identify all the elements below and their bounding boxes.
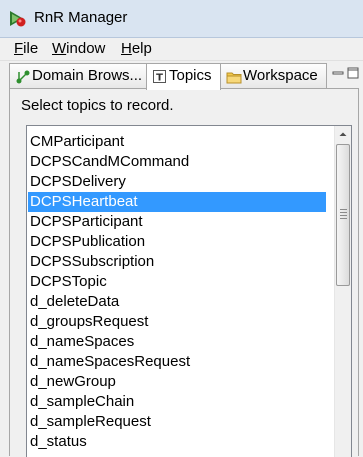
title-bar: RnR Manager [0,0,363,38]
topics-icon: T [153,70,166,84]
topic-list-item[interactable]: CMParticipant [28,132,326,152]
menu-help-mnemonic: H [121,40,132,57]
menu-file-label: ile [23,40,39,57]
thumb-grip-line [340,218,347,219]
topic-list-item[interactable]: d_nameSpaces [28,332,326,352]
topic-list-item[interactable]: DCPSTopic [28,272,326,292]
topics-panel: Select topics to record. CMParticipant DC… [9,88,359,457]
topic-list-item[interactable]: d_newGroup [28,372,326,392]
thumb-grip-line [340,212,347,213]
window-title: RnR Manager [34,9,128,26]
vertical-scrollbar[interactable] [334,126,351,457]
rnr-manager-icon [10,11,26,27]
topic-list-item[interactable]: DCPSParticipant [28,212,326,232]
instructions-label: Select topics to record. [21,97,174,114]
topic-list-item[interactable]: d_groupsRequest [28,312,326,332]
topics-list[interactable]: CMParticipant DCPSCandMCommand DCPSDeliver… [26,125,352,457]
menu-file[interactable]: File [14,40,38,57]
topic-list-item[interactable]: d_sampleRequest [28,412,326,432]
topic-list-item[interactable]: d_deleteData [28,292,326,312]
menu-window[interactable]: Window [52,40,105,57]
tab-workspace[interactable]: Workspace [220,63,327,88]
scroll-up-arrow-icon[interactable] [335,126,351,143]
tab-workspace-label: Workspace [243,67,318,84]
menu-window-mnemonic: W [52,40,67,57]
thumb-grip-line [340,215,347,216]
domain-browser-icon [16,70,30,84]
topic-list-item[interactable]: d_nameSpacesRequest [28,352,326,372]
tab-topics[interactable]: T Topics [146,63,221,90]
workspace-folder-icon [226,72,242,84]
menu-help[interactable]: Help [121,40,152,57]
menu-file-mnemonic: F [14,40,24,57]
svg-text:T: T [156,73,163,84]
minimize-view-icon[interactable] [332,67,344,79]
tab-domain-browser-label: Domain Brows... [32,67,143,84]
maximize-view-icon[interactable] [347,67,359,79]
topic-list-item[interactable]: DCPSDelivery [28,172,326,192]
topic-list-item[interactable]: DCPSSubscription [28,252,326,272]
topic-list-item[interactable]: DCPSHeartbeat [28,192,326,212]
menu-window-label: indow [66,40,106,57]
topic-list-item[interactable]: DCPSPublication [28,232,326,252]
thumb-grip-line [340,209,347,210]
scrollbar-thumb[interactable] [336,144,350,286]
topic-list-item[interactable]: d_sampleChain [28,392,326,412]
view-tab-strip: Domain Brows... T Topics Workspace [9,63,363,90]
topic-list-item[interactable]: d_status [28,432,326,452]
menu-help-label: elp [131,40,152,57]
topic-list-item[interactable]: DCPSCandMCommand [28,152,326,172]
tab-domain-browser[interactable]: Domain Brows... [9,63,147,88]
menu-bar: File Window Help [0,38,363,61]
tab-topics-label: Topics [169,67,212,84]
